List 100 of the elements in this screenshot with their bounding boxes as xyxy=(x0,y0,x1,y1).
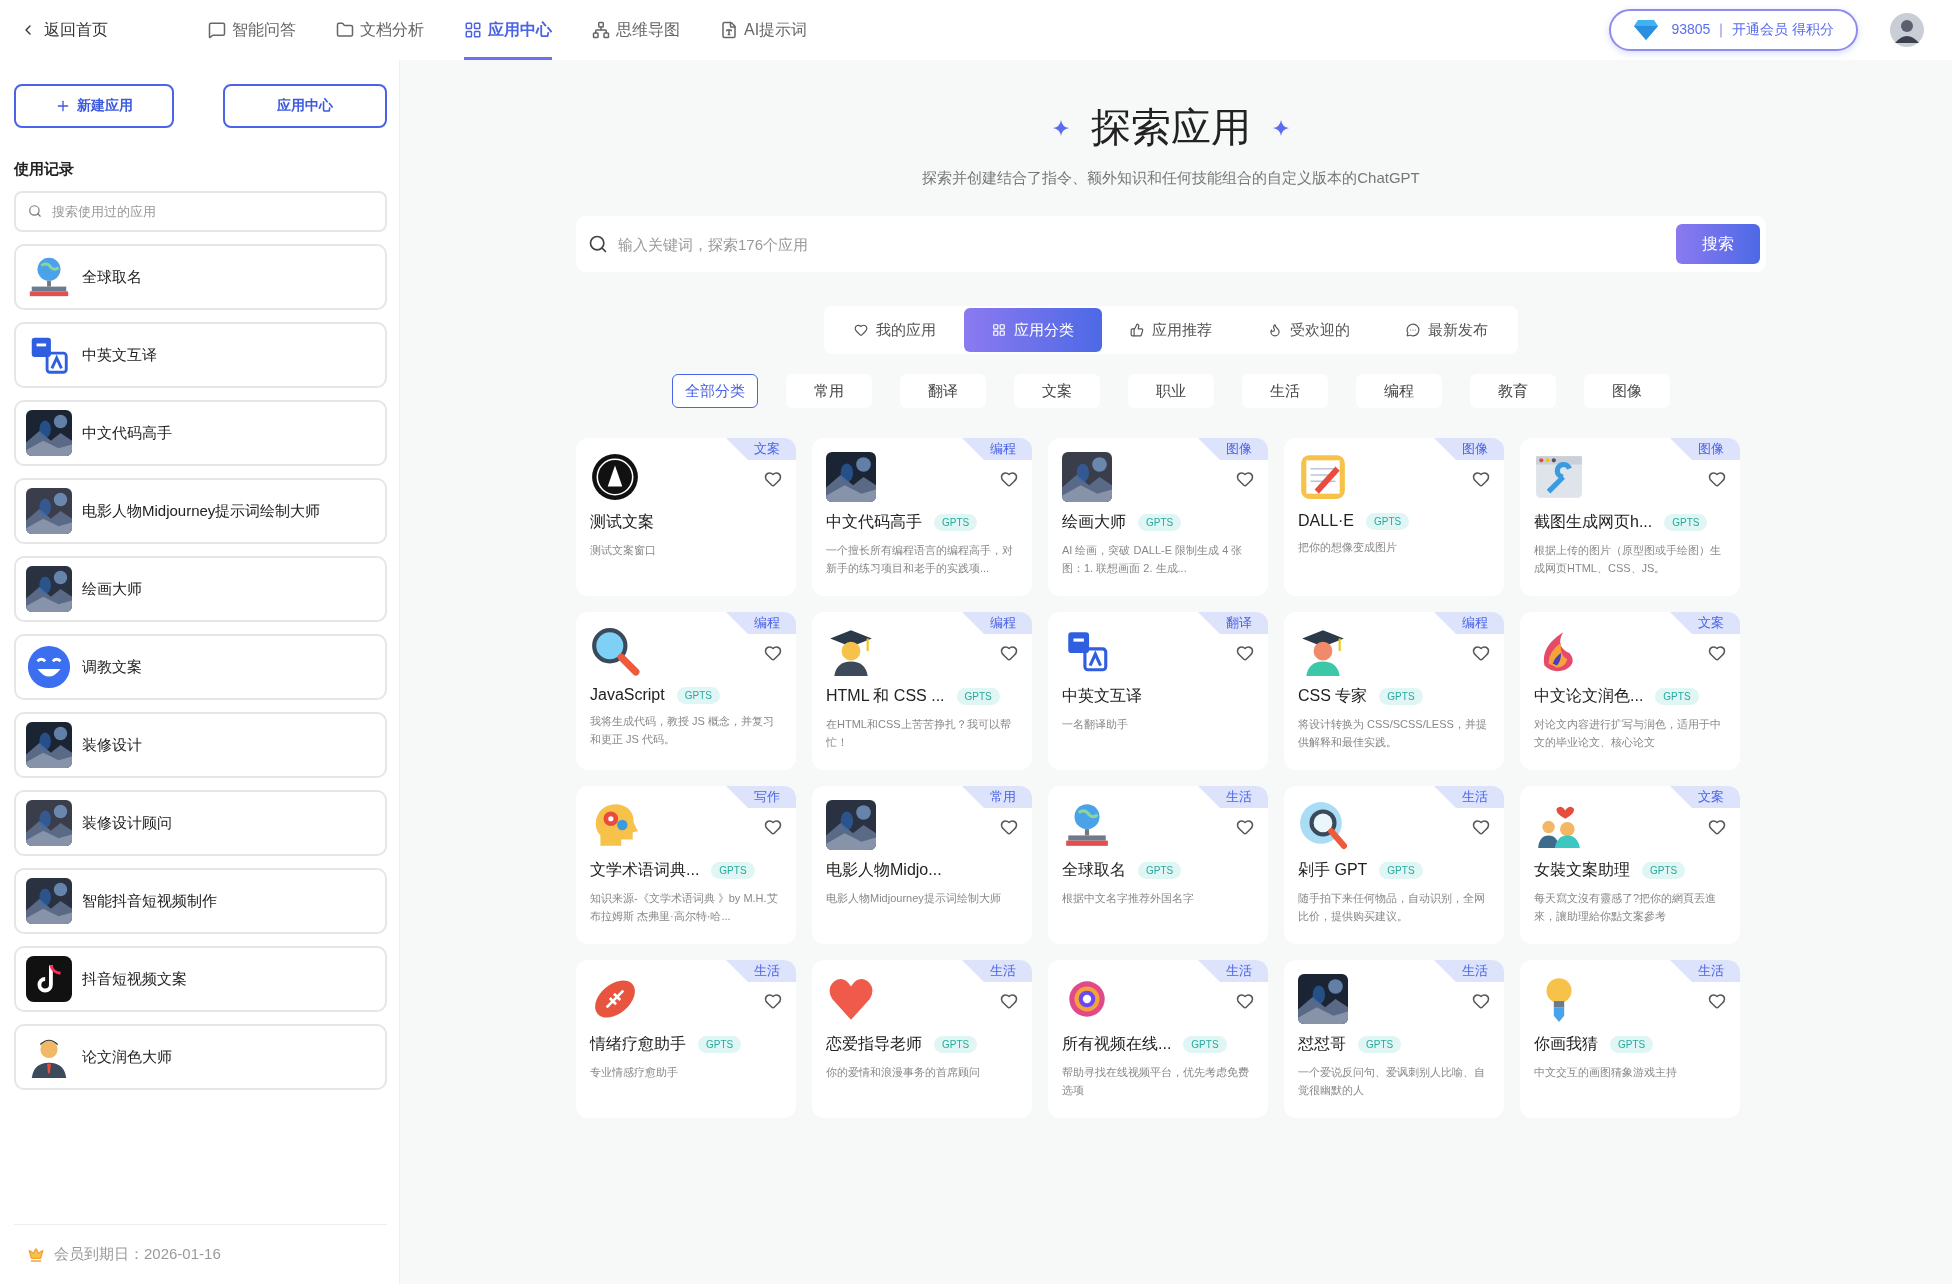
history-item-label: 绘画大师 xyxy=(82,579,142,599)
favorite-button[interactable] xyxy=(764,470,782,488)
favorite-button[interactable] xyxy=(1236,818,1254,836)
tab[interactable]: 最新发布 xyxy=(1378,308,1516,352)
favorite-button[interactable] xyxy=(1708,992,1726,1010)
search-button[interactable]: 搜索 xyxy=(1676,224,1760,264)
app-card[interactable]: 生活 情绪疗愈助手 GPTS 专业情感疗愈助手 xyxy=(576,960,796,1118)
favorite-button[interactable] xyxy=(1708,470,1726,488)
category-chip[interactable]: 生活 xyxy=(1242,374,1328,408)
category-tag: 生活 xyxy=(962,960,1032,982)
category-tag: 文案 xyxy=(1670,786,1740,808)
gpts-badge: GPTS xyxy=(1655,688,1699,705)
app-card[interactable]: 生活 怼怼哥 GPTS 一个爱说反问句、爱讽刺别人比喻、自觉很幽默的人 xyxy=(1284,960,1504,1118)
nav-tab[interactable]: 思维导图 xyxy=(592,0,680,60)
app-card[interactable]: 生活 所有视频在线... GPTS 帮助寻找在线视频平台，优先考虑免费选项 xyxy=(1048,960,1268,1118)
category-chip[interactable]: 全部分类 xyxy=(672,374,758,408)
favorite-button[interactable] xyxy=(1472,992,1490,1010)
category-chip[interactable]: 职业 xyxy=(1128,374,1214,408)
search-field[interactable]: 搜索使用过的应用 xyxy=(14,191,387,232)
favorite-button[interactable] xyxy=(1000,644,1018,662)
favorite-button[interactable] xyxy=(1000,470,1018,488)
search-field[interactable]: 输入关键词，探索176个应用 搜索 xyxy=(576,216,1766,272)
category-tag: 图像 xyxy=(1198,438,1268,460)
app-description: 每天寫文沒有靈感了?把你的網頁丟進來，讓助理給你點文案參考 xyxy=(1534,891,1718,924)
category-chip[interactable]: 图像 xyxy=(1584,374,1670,408)
app-card[interactable]: 图像 截图生成网页h... GPTS 根据上传的图片（原型图或手绘图）生成网页HTML、CSS、JS。 xyxy=(1520,438,1740,596)
category-chip[interactable]: 常用 xyxy=(786,374,872,408)
app-card[interactable]: 常用 电影人物Midjo... 电影人物Midjourney提示词绘制大师 xyxy=(812,786,1032,944)
history-item[interactable]: 抖音短视频文案 xyxy=(14,946,387,1012)
flame-icon xyxy=(1268,323,1282,337)
history-item[interactable]: 调教文案 xyxy=(14,634,387,700)
category-chip[interactable]: 文案 xyxy=(1014,374,1100,408)
back-link[interactable]: 返回首页 xyxy=(20,19,208,41)
points-button[interactable]: 93805 ｜ 开通会员 得积分 xyxy=(1609,9,1858,51)
magnifier-icon xyxy=(590,626,640,676)
app-description: 随手拍下来任何物品，自动识别，全网比价，提供购买建议。 xyxy=(1298,891,1486,924)
heart-icon xyxy=(764,470,782,488)
heart-icon xyxy=(764,644,782,662)
history-item[interactable]: 绘画大师 xyxy=(14,556,387,622)
heart-icon xyxy=(1472,992,1490,1010)
thumbs-up-icon xyxy=(1130,323,1144,337)
nav-tab[interactable]: 应用中心 xyxy=(464,0,552,60)
tab[interactable]: 我的应用 xyxy=(826,308,964,352)
app-card[interactable]: 文案 测试文案 测试文案窗口 xyxy=(576,438,796,596)
new-app-button[interactable]: 新建应用 xyxy=(14,84,174,128)
favorite-button[interactable] xyxy=(1472,470,1490,488)
history-item[interactable]: 装修设计顾问 xyxy=(14,790,387,856)
favorite-button[interactable] xyxy=(764,818,782,836)
history-item[interactable]: 全球取名 xyxy=(14,244,387,310)
app-card[interactable]: 图像 DALL·E GPTS 把你的想像变成图片 xyxy=(1284,438,1504,596)
app-description: AI 绘画，突破 DALL-E 限制生成 4 张图：1. 联想画面 2. 生成... xyxy=(1062,543,1244,576)
favorite-button[interactable] xyxy=(1708,818,1726,836)
history-item[interactable]: 中文代码高手 xyxy=(14,400,387,466)
heart-icon xyxy=(1236,992,1254,1010)
tab[interactable]: 应用推荐 xyxy=(1102,308,1240,352)
tab[interactable]: 应用分类 xyxy=(964,308,1102,352)
nav-tab[interactable]: 文档分析 xyxy=(336,0,424,60)
category-chip[interactable]: 教育 xyxy=(1470,374,1556,408)
app-card[interactable]: 图像 绘画大师 GPTS AI 绘画，突破 DALL-E 限制生成 4 张图：1. 联想画面 2. 生成... xyxy=(1048,438,1268,596)
nav-tab[interactable]: AI提示词 xyxy=(720,0,808,60)
app-card[interactable]: 文案 中文论文润色... GPTS 对论文内容进行扩写与润色，适用于中文的毕业论文、核心论文 xyxy=(1520,612,1740,770)
nav-tab[interactable]: 智能问答 xyxy=(208,0,296,60)
favorite-button[interactable] xyxy=(1000,818,1018,836)
app-card[interactable]: 写作 文学术语词典... GPTS 知识来源-《文学术语词典 》by M.H.艾布拉姆斯 杰弗里·高尔特·哈... xyxy=(576,786,796,944)
history-item[interactable]: 中英文互译 xyxy=(14,322,387,388)
gpts-badge: GPTS xyxy=(1358,1036,1402,1053)
app-card[interactable]: 编程 中文代码高手 GPTS 一个擅长所有编程语言的编程高手，对新手的练习项目和老手的实践项... xyxy=(812,438,1032,596)
app-card[interactable]: 生活 剁手 GPT GPTS 随手拍下来任何物品，自动识别，全网比价，提供购买建议。 xyxy=(1284,786,1504,944)
favorite-button[interactable] xyxy=(764,644,782,662)
favorite-button[interactable] xyxy=(1472,644,1490,662)
app-description: 专业情感疗愈助手 xyxy=(590,1065,679,1080)
favorite-button[interactable] xyxy=(1236,470,1254,488)
category-chip[interactable]: 编程 xyxy=(1356,374,1442,408)
tab[interactable]: 受欢迎的 xyxy=(1240,308,1378,352)
history-item[interactable]: 智能抖音短视频制作 xyxy=(14,868,387,934)
favorite-button[interactable] xyxy=(1236,644,1254,662)
app-card[interactable]: 文案 女裝文案助理 GPTS 每天寫文沒有靈感了?把你的網頁丟進來，讓助理給你點文案參考 xyxy=(1520,786,1740,944)
app-card[interactable]: 生活 恋爱指导老师 GPTS 你的爱情和浪漫事务的首席顾问 xyxy=(812,960,1032,1118)
app-card[interactable]: 生活 你画我猜 GPTS 中文交互的画图猜象游戏主持 xyxy=(1520,960,1740,1118)
app-card[interactable]: 编程 JavaScript GPTS 我将生成代码，教授 JS 概念，并复习和更正 JS 代码。 xyxy=(576,612,796,770)
app-card[interactable]: 编程 CSS 专家 GPTS 将设计转换为 CSS/SCSS/LESS，并提供解释和最佳实践。 xyxy=(1284,612,1504,770)
favorite-button[interactable] xyxy=(1236,992,1254,1010)
favorite-button[interactable] xyxy=(1472,818,1490,836)
favorite-button[interactable] xyxy=(1000,992,1018,1010)
history-item[interactable]: 装修设计 xyxy=(14,712,387,778)
app-card[interactable]: 生活 全球取名 GPTS 根据中文名字推荐外国名字 xyxy=(1048,786,1268,944)
app-description: 一个爱说反问句、爱讽刺别人比喻、自觉很幽默的人 xyxy=(1298,1065,1486,1098)
history-item[interactable]: 论文润色大师 xyxy=(14,1024,387,1090)
app-card[interactable]: 编程 HTML 和 CSS ... GPTS 在HTML和CSS上苦苦挣扎？我可以帮忙！ xyxy=(812,612,1032,770)
avatar[interactable] xyxy=(1890,13,1924,47)
history-item[interactable]: 电影人物Midjourney提示词绘制大师 xyxy=(14,478,387,544)
app-center-button[interactable]: 应用中心 xyxy=(223,84,387,128)
app-card[interactable]: 翻译 中英文互译 一名翻译助手 xyxy=(1048,612,1268,770)
category-chip[interactable]: 翻译 xyxy=(900,374,986,408)
music-note-icon xyxy=(26,956,72,1002)
heart-icon xyxy=(1236,818,1254,836)
gpts-badge: GPTS xyxy=(956,688,1000,705)
favorite-button[interactable] xyxy=(1708,644,1726,662)
heart-icon xyxy=(764,992,782,1010)
favorite-button[interactable] xyxy=(764,992,782,1010)
